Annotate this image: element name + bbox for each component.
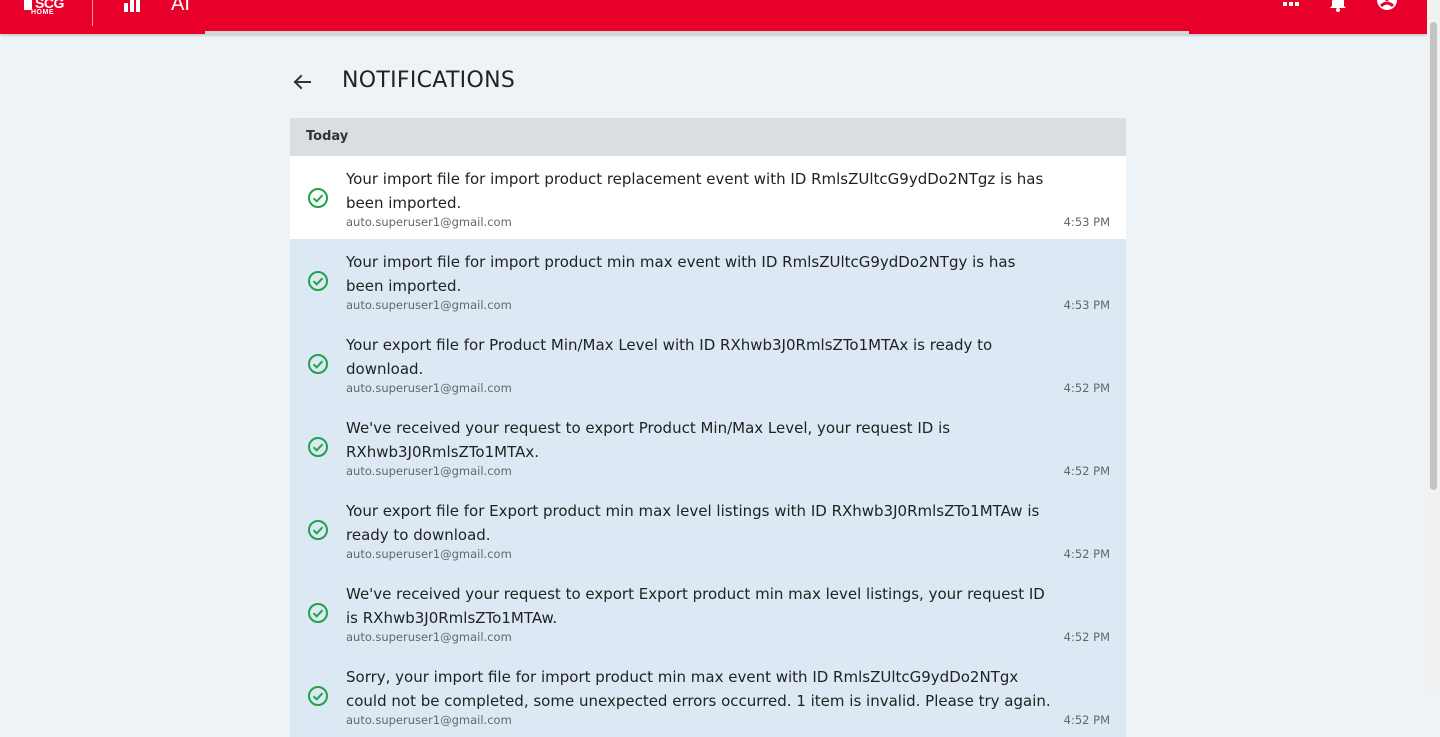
notification-message: Your export file for Export product min … [346,502,1040,544]
notification-message: Your export file for Product Min/Max Lev… [346,336,993,378]
notification-time: 4:52 PM [1063,547,1110,561]
check-circle-icon [308,353,328,374]
notification-item[interactable]: Sorry, your import file for import produ… [290,654,1126,737]
notification-sender: auto.superuser1@gmail.com [346,713,512,727]
topbar-divider [92,0,93,26]
notification-meta: auto.superuser1@gmail.com 4:52 PM [346,381,1110,395]
notification-message: Your import file for import product min … [346,253,1016,295]
notification-meta: auto.superuser1@gmail.com 4:53 PM [346,215,1110,229]
notification-item[interactable]: We've received your request to export Ex… [290,571,1126,654]
notification-sender: auto.superuser1@gmail.com [346,215,512,229]
notification-item[interactable]: Your export file for Product Min/Max Lev… [290,322,1126,405]
notification-meta: auto.superuser1@gmail.com 4:52 PM [346,713,1110,727]
check-circle-icon [308,436,328,457]
check-circle-icon [308,602,328,623]
notification-message: Sorry, your import file for import produ… [346,668,1051,710]
check-circle-icon [308,187,328,208]
check-circle-icon [308,685,328,706]
notification-sender: auto.superuser1@gmail.com [346,298,512,312]
scrollbar-thumb[interactable] [1430,22,1437,490]
bar-chart-icon[interactable] [124,0,144,12]
account-circle-icon[interactable] [1376,0,1398,12]
notification-meta: auto.superuser1@gmail.com 4:52 PM [346,464,1110,478]
notification-time: 4:53 PM [1063,215,1110,229]
notification-time: 4:52 PM [1063,713,1110,727]
check-circle-icon [308,519,328,540]
top-navigation-bar: SCG HOME AI [0,0,1427,34]
scg-home-logo[interactable]: SCG HOME [22,0,74,20]
notification-message: We've received your request to export Ex… [346,585,1045,627]
notification-item[interactable]: Your import file for import product repl… [290,156,1126,239]
notification-meta: auto.superuser1@gmail.com 4:53 PM [346,298,1110,312]
notification-time: 4:52 PM [1063,464,1110,478]
notification-meta: auto.superuser1@gmail.com 4:52 PM [346,547,1110,561]
page-title: NOTIFICATIONS [342,68,516,93]
notification-item[interactable]: Your export file for Export product min … [290,488,1126,571]
bell-icon[interactable] [1329,0,1347,12]
page-header: NOTIFICATIONS [290,62,1126,102]
notification-message: Your import file for import product repl… [346,170,1044,212]
notification-time: 4:52 PM [1063,381,1110,395]
notification-time: 4:53 PM [1063,298,1110,312]
notification-sender: auto.superuser1@gmail.com [346,381,512,395]
notification-item[interactable]: We've received your request to export Pr… [290,405,1126,488]
notification-meta: auto.superuser1@gmail.com 4:52 PM [346,630,1110,644]
notification-sender: auto.superuser1@gmail.com [346,464,512,478]
check-circle-icon [308,270,328,291]
page-scrollbar[interactable] [1427,0,1440,694]
topbar-underline [205,31,1189,34]
section-header: Today [290,118,1126,156]
ai-menu-button[interactable]: AI [171,0,190,16]
notification-time: 4:52 PM [1063,630,1110,644]
back-arrow-icon[interactable] [290,70,314,94]
notification-sender: auto.superuser1@gmail.com [346,547,512,561]
notification-item[interactable]: Your import file for import product min … [290,239,1126,322]
notification-message: We've received your request to export Pr… [346,419,951,461]
notification-sender: auto.superuser1@gmail.com [346,630,512,644]
logo-subtext: HOME [31,9,54,16]
apps-grid-icon[interactable] [1283,0,1299,10]
notifications-list: Today Your import file for import product… [290,118,1126,737]
